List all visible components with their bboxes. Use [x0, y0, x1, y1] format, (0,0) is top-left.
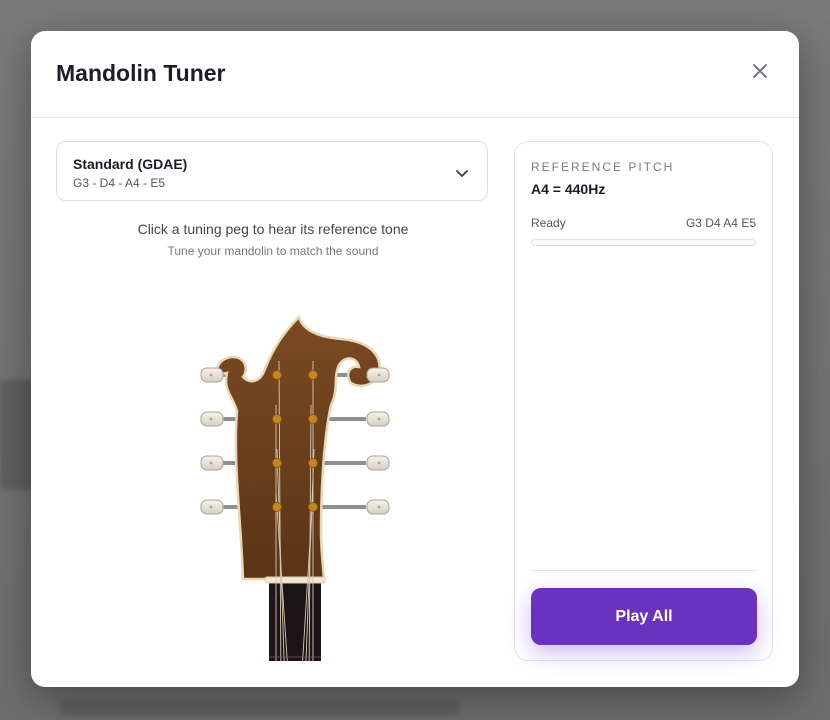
tuning-peg-right-3[interactable] — [366, 455, 390, 471]
background-shape — [60, 700, 460, 716]
tuning-select[interactable]: Standard (GDAE) G3 - D4 - A4 - E5 — [56, 141, 488, 201]
mandolin-headstock — [161, 281, 401, 687]
tuning-peg-left-4[interactable] — [200, 499, 224, 515]
modal-title: Mandolin Tuner — [56, 60, 226, 86]
headstock-body — [216, 314, 381, 581]
play-all-button[interactable]: Play All — [531, 588, 757, 645]
headstock-illustration — [200, 314, 390, 687]
tuning-peg-left-2[interactable] — [200, 411, 224, 427]
close-icon — [752, 63, 768, 82]
divider — [531, 570, 757, 571]
tuning-peg-left-3[interactable] — [200, 455, 224, 471]
tuning-peg-right-2[interactable] — [366, 411, 390, 427]
instruction-text: Click a tuning peg to hear its reference… — [137, 221, 409, 237]
progress-bar — [531, 239, 756, 246]
chevron-down-icon — [455, 166, 469, 184]
status-notes: G3 D4 A4 E5 — [685, 216, 756, 230]
reference-pitch-value: A4 = 440Hz — [531, 181, 606, 197]
tuning-peg-right-4[interactable] — [366, 499, 390, 515]
tuning-name: Standard (GDAE) — [73, 156, 188, 172]
tuning-peg-left-1[interactable] — [200, 367, 224, 383]
reference-pitch-label: REFERENCE PITCH — [531, 160, 675, 174]
instruction-subtext: Tune your mandolin to match the sound — [167, 244, 379, 258]
close-button[interactable] — [749, 61, 771, 83]
reference-panel: REFERENCE PITCH A4 = 440Hz Ready G3 D4 A… — [514, 141, 773, 661]
modal-header: Mandolin Tuner — [31, 31, 799, 118]
status-text: Ready — [531, 216, 566, 230]
nut — [264, 576, 326, 584]
tuning-peg-right-1[interactable] — [366, 367, 390, 383]
tuning-notes: G3 - D4 - A4 - E5 — [73, 176, 166, 190]
tuner-modal: Mandolin Tuner Standard (GDAE) G3 - D4 -… — [31, 31, 799, 687]
